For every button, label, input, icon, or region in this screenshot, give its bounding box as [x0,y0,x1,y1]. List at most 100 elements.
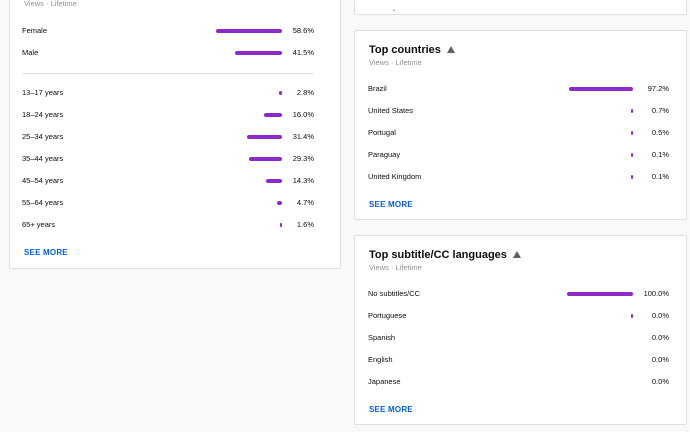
chevron-down-icon: ⌄ [391,6,397,13]
item-label: 45–54 years [22,176,64,185]
item-value: 0.0% [651,333,669,342]
value-bar [631,131,633,135]
see-more-button[interactable]: SEE MORE [369,200,413,209]
list-item: Japanese 0.0% [355,375,686,389]
bar-track [567,109,633,113]
warning-icon[interactable] [446,45,455,53]
bar-track [567,314,633,318]
list-item: Portugal 0.5% [355,126,686,140]
bar-track [216,29,282,33]
card-subtitle: Views · Lifetime [369,263,422,272]
item-label: Male [22,48,39,57]
item-label: 25–34 years [22,132,64,141]
value-bar [631,314,633,318]
item-label: 13–17 years [22,88,64,97]
item-label: 35–44 years [22,154,64,163]
bar-track [216,113,282,117]
bar-track [216,51,282,55]
see-more-button[interactable]: SEE MORE [369,405,413,414]
bar-track [567,380,633,384]
audience-card: Views · Lifetime Female 58.6% Male 41.5% 13… [9,0,341,269]
bar-track [567,131,633,135]
top-subtitle-languages-card: Top subtitle/CC languages Views · Lifeti… [354,235,687,425]
list-item: English 0.0% [355,353,686,367]
see-more-button[interactable]: SEE MORE [24,248,68,257]
item-value: 0.0% [651,311,669,320]
card-title: Top countries [369,44,455,56]
item-label: English [368,355,393,364]
bar-track [216,91,282,95]
value-bar [631,153,633,157]
previous-card-stub: ⌄ [354,0,687,15]
list-item: Male 41.5% [10,46,340,60]
item-value: 29.3% [292,154,314,163]
list-item: 45–54 years 14.3% [10,174,340,188]
bar-track [216,157,282,161]
item-value: 0.1% [651,150,669,159]
top-countries-card: Top countries Views · Lifetime Brazil 97.… [354,30,687,220]
item-label: 18–24 years [22,110,64,119]
item-value: 0.0% [651,377,669,386]
bar-track [567,87,633,91]
list-item: Female 58.6% [10,24,340,38]
value-bar [567,292,633,296]
item-value: 4.7% [296,198,314,207]
item-label: Portugal [368,128,396,137]
value-bar [249,157,282,161]
item-label: Female [22,26,48,35]
bar-track [216,201,282,205]
list-item: No subtitles/CC 100.0% [355,287,686,301]
item-value: 100.0% [643,289,669,298]
list-item: Spanish 0.0% [355,331,686,345]
card-title: Top subtitle/CC languages [369,249,521,261]
item-value: 31.4% [292,132,314,141]
item-value: 58.6% [292,26,314,35]
item-label: Japanese [368,377,401,386]
item-value: 0.1% [651,172,669,181]
audience-card-subtitle: Views · Lifetime [24,0,77,8]
item-label: Paraguay [368,150,401,159]
item-value: 0.5% [651,128,669,137]
item-value: 1.6% [296,220,314,229]
value-bar [278,91,282,95]
card-title-text: Top subtitle/CC languages [369,249,507,261]
card-subtitle: Views · Lifetime [369,58,422,67]
value-bar [568,87,633,91]
card-title-text: Top countries [369,44,441,56]
list-item: United States 0.7% [355,104,686,118]
list-item: 13–17 years 2.8% [10,86,340,100]
bar-track [567,292,633,296]
item-label: United Kingdom [368,172,422,181]
value-bar [246,135,282,139]
list-item: 25–34 years 31.4% [10,130,340,144]
item-label: Brazil [368,84,387,93]
bar-track [567,175,633,179]
list-item: Paraguay 0.1% [355,148,686,162]
item-label: 55–64 years [22,198,64,207]
item-label: No subtitles/CC [368,289,421,298]
value-bar [276,201,282,205]
list-item: 55–64 years 4.7% [10,196,340,210]
bar-track [216,223,282,227]
item-value: 2.8% [296,88,314,97]
list-item: Brazil 97.2% [355,82,686,96]
list-item: 65+ years 1.6% [10,218,340,232]
item-label: 65+ years [22,220,56,229]
list-item: 18–24 years 16.0% [10,108,340,122]
item-value: 0.7% [651,106,669,115]
value-bar [265,179,282,183]
list-item: Portuguese 0.0% [355,309,686,323]
value-bar [631,175,633,179]
value-bar [216,29,282,33]
value-bar [631,109,633,113]
value-bar [280,223,282,227]
bar-track [216,135,282,139]
item-value: 0.0% [651,355,669,364]
item-value: 16.0% [292,110,314,119]
bar-track [567,336,633,340]
item-value: 41.5% [292,48,314,57]
warning-icon[interactable] [512,250,521,258]
list-item: 35–44 years 29.3% [10,152,340,166]
item-label: United States [368,106,414,115]
item-label: Portuguese [368,311,407,320]
